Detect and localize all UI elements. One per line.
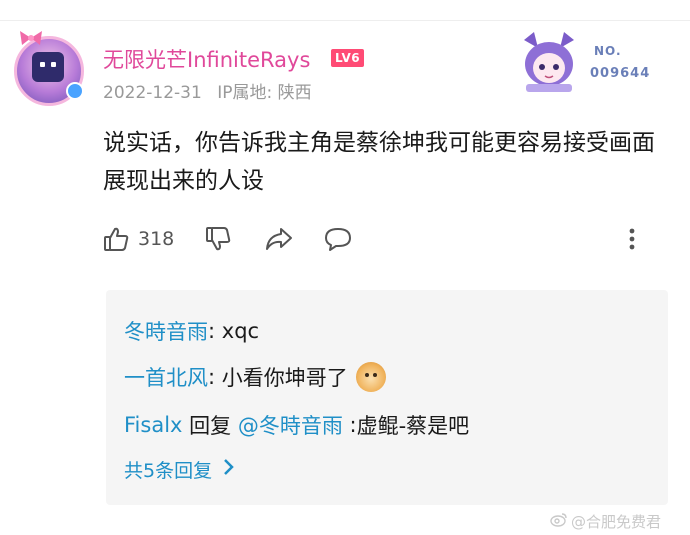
fan-card-character-icon xyxy=(524,32,574,92)
level-badge: LV6 xyxy=(331,49,365,67)
verified-badge-icon xyxy=(66,82,84,100)
doge-emoji-icon xyxy=(355,362,386,392)
reply-item[interactable]: 一首北风 : 小看你坤哥了 xyxy=(124,362,386,392)
reply-username[interactable]: 冬時音雨 xyxy=(124,316,208,346)
reply-text: 虚鲲-蔡是吧 xyxy=(356,414,470,438)
comment-date: 2022-12-31 xyxy=(103,83,202,103)
fan-card[interactable]: NO. 009644 xyxy=(512,28,672,98)
comment-meta: 2022-12-31 IP属地: 陕西 xyxy=(103,78,312,103)
more-vertical-icon xyxy=(626,225,638,253)
reply-text: xqc xyxy=(221,319,260,343)
more-options-button[interactable] xyxy=(626,224,638,254)
like-count: 318 xyxy=(138,228,175,250)
fan-card-label: NO. xyxy=(594,44,622,58)
dislike-button[interactable] xyxy=(204,224,232,254)
reply-separator: : xyxy=(208,319,222,343)
reply-item[interactable]: 冬時音雨 : xqc xyxy=(124,316,259,346)
comment-text: 说实话，你告诉我主角是蔡徐坤我可能更容易接受画面展现出来的人设 xyxy=(103,130,655,194)
view-all-replies-link[interactable]: 共5条回复 xyxy=(124,456,234,483)
reply-word: 回复 xyxy=(182,414,238,438)
reply-separator: : xyxy=(208,365,222,389)
fan-card-number: 009644 xyxy=(590,66,651,81)
thumbs-up-icon xyxy=(102,225,130,253)
weibo-logo-icon xyxy=(550,512,568,531)
reply-text: 小看你坤哥了 xyxy=(221,366,348,390)
comment-bubble-icon xyxy=(323,225,353,253)
view-all-replies-label: 共5条回复 xyxy=(124,460,213,482)
avatar-eye xyxy=(51,62,56,67)
username[interactable]: 无限光芒InfiniteRays xyxy=(103,44,310,74)
avatar-character xyxy=(32,52,64,82)
like-button[interactable]: 318 xyxy=(102,224,174,254)
avatar[interactable] xyxy=(10,30,90,110)
top-divider xyxy=(0,20,690,21)
reply-button[interactable] xyxy=(323,224,353,254)
avatar-eye xyxy=(40,62,45,67)
reply-separator: : xyxy=(342,413,357,437)
bow-icon xyxy=(20,31,42,45)
watermark: @合肥免费君 xyxy=(550,511,661,532)
watermark-text: @合肥免费君 xyxy=(571,513,662,531)
ip-location: IP属地: 陕西 xyxy=(217,83,312,103)
reply-username[interactable]: Fisalx xyxy=(124,413,182,437)
chevron-right-icon xyxy=(222,458,234,481)
share-button[interactable] xyxy=(264,224,294,254)
reply-item[interactable]: Fisalx 回复 @冬時音雨 : 虚鲲-蔡是吧 xyxy=(124,410,469,440)
share-icon xyxy=(264,225,294,253)
replies-panel: 冬時音雨 : xqc 一首北风 : 小看你坤哥了 Fisalx 回复 @冬時音雨… xyxy=(106,290,668,505)
thumbs-down-icon xyxy=(204,225,232,253)
reply-mention[interactable]: @冬時音雨 xyxy=(238,410,343,440)
reply-username[interactable]: 一首北风 xyxy=(124,362,208,392)
